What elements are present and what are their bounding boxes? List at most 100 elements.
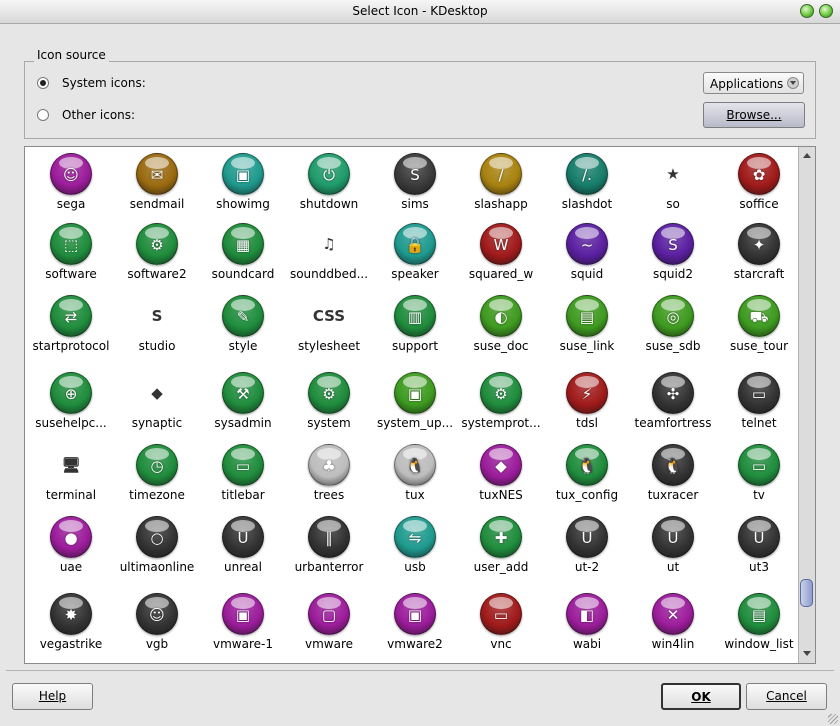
uae-icon: ● — [50, 516, 92, 558]
scrollbar-thumb[interactable] — [800, 579, 813, 607]
icon-item[interactable]: ▣ vmware-1 — [200, 587, 286, 659]
icon-item[interactable]: / slashapp — [458, 147, 544, 219]
icon-item[interactable]: ✿ soffice — [716, 147, 802, 219]
icon-item[interactable]: ▭ tv — [716, 438, 802, 510]
icon-item[interactable]: 🐧 tux_config — [544, 438, 630, 510]
icon-item[interactable]: ⇄ startprotocol — [28, 289, 114, 361]
icon-item[interactable]: ▣ system_up... — [372, 366, 458, 438]
icon-item[interactable]: ⚒ sysadmin — [200, 366, 286, 438]
icon-item[interactable]: ♣ trees — [286, 438, 372, 510]
icon-item[interactable]: ✦ starcraft — [716, 217, 802, 289]
icon-item[interactable]: ○ ultimaonline — [114, 510, 200, 582]
icon-item[interactable]: 🖥 terminal — [28, 438, 114, 510]
icon-item[interactable]: Ssims — [372, 147, 458, 219]
icon-item[interactable]: ▭ telnet — [716, 366, 802, 438]
icon-label: style — [228, 339, 258, 353]
so-icon: ★ — [666, 165, 680, 183]
scroll-down-icon[interactable] — [800, 647, 814, 661]
icon-item[interactable]: ◆ synaptic — [114, 366, 200, 438]
icon-item[interactable]: ⬚ software — [28, 217, 114, 289]
icon-item[interactable]: ☺ sega — [28, 147, 114, 219]
icon-item[interactable]: ∥ urbanterror — [286, 510, 372, 582]
starcraft-icon: ✦ — [738, 223, 780, 265]
icon-label: speaker — [391, 267, 439, 281]
icon-item[interactable]: ⚙ system — [286, 366, 372, 438]
icon-label: timezone — [129, 488, 185, 502]
icon-item[interactable]: ✸ vegastrike — [28, 587, 114, 659]
icon-item[interactable]: ⚡ tdsl — [544, 366, 630, 438]
icon-item[interactable]: 🐧 tux — [372, 438, 458, 510]
icon-label: suse_link — [559, 339, 615, 353]
icon-item[interactable]: ⏻ shutdown — [286, 147, 372, 219]
icon-item[interactable]: ⛟ suse_tour — [716, 289, 802, 361]
icon-item[interactable]: /. slashdot — [544, 147, 630, 219]
close-icon[interactable] — [819, 4, 833, 18]
resize-grip[interactable] — [828, 714, 838, 724]
icon-item[interactable]: ✕ win4lin — [630, 587, 716, 659]
icon-label: vmware-1 — [213, 637, 273, 651]
icon-list-view[interactable]: ☺ sega ✉ sendmail ▣ showimg ⏻ shutdown Ssims / sla… — [24, 146, 816, 664]
icon-item[interactable]: Uut-2 — [544, 510, 630, 582]
scroll-up-icon[interactable] — [800, 149, 814, 163]
icon-item[interactable]: 🔒 speaker — [372, 217, 458, 289]
icon-item[interactable]: ● uae — [28, 510, 114, 582]
minimize-icon[interactable] — [800, 4, 814, 18]
icon-item[interactable]: ◷ timezone — [114, 438, 200, 510]
speaker-icon: 🔒 — [394, 223, 436, 265]
icon-item[interactable]: ▤ suse_link — [544, 289, 630, 361]
help-button[interactable]: Help — [12, 683, 93, 710]
icon-item[interactable]: Uunreal — [200, 510, 286, 582]
vertical-scrollbar[interactable] — [798, 147, 815, 663]
other-icons-label[interactable]: Other icons: — [62, 108, 135, 122]
icon-item[interactable]: ◧ wabi — [544, 587, 630, 659]
icon-item[interactable]: ✉ sendmail — [114, 147, 200, 219]
browse-button[interactable]: Browse... — [703, 102, 805, 128]
icon-item[interactable]: Ssquid2 — [630, 217, 716, 289]
icon-item[interactable]: ◐ suse_doc — [458, 289, 544, 361]
ok-button[interactable]: OK — [661, 683, 741, 710]
icon-item[interactable]: Wsquared_w — [458, 217, 544, 289]
icon-item[interactable]: ★ so — [630, 147, 716, 219]
icon-item[interactable]: ⚙ software2 — [114, 217, 200, 289]
icon-item[interactable]: ▭ titlebar — [200, 438, 286, 510]
icon-item[interactable]: ~ squid — [544, 217, 630, 289]
icon-item[interactable]: ▭ vnc — [458, 587, 544, 659]
icon-item[interactable]: ☺ vgb — [114, 587, 200, 659]
icon-item[interactable]: ▣ vmware2 — [372, 587, 458, 659]
icon-label: ut — [666, 560, 680, 574]
icon-item[interactable]: ♫ sounddbed... — [286, 217, 372, 289]
icon-label: synaptic — [131, 416, 183, 430]
icon-item[interactable]: ◆ tuxNES — [458, 438, 544, 510]
icon-item[interactable]: ✣ teamfortress — [630, 366, 716, 438]
icon-item[interactable]: Uut — [630, 510, 716, 582]
icon-label: ultimaonline — [119, 560, 195, 574]
icon-item[interactable]: ⊕ susehelpc... — [28, 366, 114, 438]
icon-item[interactable]: Sstudio — [114, 289, 200, 361]
icon-label: soffice — [739, 197, 779, 211]
icon-label: vnc — [490, 637, 512, 651]
icon-item[interactable]: 🐧 tuxracer — [630, 438, 716, 510]
icon-item[interactable]: ✚ user_add — [458, 510, 544, 582]
system-icons-label[interactable]: System icons: — [62, 76, 146, 90]
icon-item[interactable]: Uut3 — [716, 510, 802, 582]
system-icons-radio[interactable] — [37, 77, 49, 89]
other-icons-radio[interactable] — [37, 109, 49, 121]
sysadmin-icon: ⚒ — [222, 372, 264, 414]
icon-label: wabi — [572, 637, 602, 651]
icon-item[interactable]: ◎ suse_sdb — [630, 289, 716, 361]
icon-item[interactable]: ▦ soundcard — [200, 217, 286, 289]
icon-item[interactable]: ⇋ usb — [372, 510, 458, 582]
icon-item[interactable]: ✎ style — [200, 289, 286, 361]
icon-item[interactable]: ▢ vmware — [286, 587, 372, 659]
icon-label: teamfortress — [634, 416, 712, 430]
vmware-icon: ▢ — [308, 593, 350, 635]
icon-item[interactable]: ⚙ systemprot... — [458, 366, 544, 438]
suse-link-icon: ▤ — [566, 295, 608, 337]
icon-item[interactable]: ▥ support — [372, 289, 458, 361]
trees-icon: ♣ — [308, 444, 350, 486]
cancel-button[interactable]: Cancel — [746, 683, 827, 710]
icon-item[interactable]: ▣ showimg — [200, 147, 286, 219]
icon-item[interactable]: ▤ window_list — [716, 587, 802, 659]
icon-item[interactable]: CSS stylesheet — [286, 289, 372, 361]
icon-category-select[interactable]: Applications — [703, 72, 804, 94]
